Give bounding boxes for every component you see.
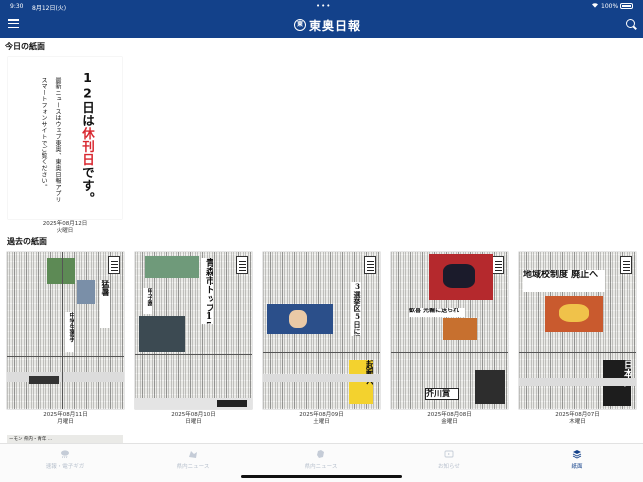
past-paper-date: 2025年08月09日 <box>299 412 344 418</box>
paper-headline: 3選挙区5日に選挙 <box>351 282 361 336</box>
info-icon <box>444 450 454 458</box>
past-paper-thumbnail[interactable]: 3選挙区5日に選挙 起動へ <box>263 252 380 409</box>
tab-label: 県内ニュース <box>304 464 338 470</box>
past-paper-thumbnail[interactable]: 青森市トップ15億円 甲子園 <box>135 252 252 409</box>
today-weekday: 火曜日 <box>56 228 74 234</box>
past-paper-date-label: 2025年08月08日 金曜日 <box>391 412 508 426</box>
past-paper-weekday: 月曜日 <box>57 419 74 425</box>
paper-headline: 歓喜 光輪に送られ <box>409 308 465 317</box>
paper-headline: 地域校制度 廃止へ <box>523 270 605 292</box>
status-time: 9:30 <box>10 3 24 10</box>
rain-cloud-icon <box>61 450 69 459</box>
app-header: 東 東奥日報 <box>0 12 643 38</box>
status-bar: 9:30 8月12日(火) ••• 100% <box>0 0 643 12</box>
tab-newspaper[interactable]: 紙面 <box>522 447 632 471</box>
today-date-label: 2025年08月12日 火曜日 <box>8 221 122 235</box>
past-section-title: 過去の紙面 <box>7 237 47 246</box>
tab-regional-news[interactable]: 県内ニュース <box>266 447 376 471</box>
paper-photo <box>145 256 199 278</box>
paper-subheadline: 芥川賞 <box>425 388 459 400</box>
notice-red: 休刊日 <box>80 127 95 166</box>
tab-breaking-news[interactable]: 速報・電子ギガ <box>10 447 120 471</box>
paper-photo <box>289 310 307 328</box>
notice-part2: です。 <box>80 166 95 205</box>
battery-icon <box>620 3 633 9</box>
masthead-icon <box>492 256 504 274</box>
paper-subheadline: 起動へ <box>349 360 373 404</box>
paper-headline: 青森市トップ15億円 <box>201 258 213 324</box>
past-paper-date-label: 2025年08月11日 月曜日 <box>7 412 124 426</box>
region-map-icon <box>317 450 324 458</box>
today-section-title: 今日の紙面 <box>5 42 45 51</box>
paper-photo <box>443 264 475 288</box>
today-paper-thumbnail[interactable]: 12日は休刊日です。 最新ニュースはウェブ東奥、東奥日報アプリ スマートフォンサ… <box>8 57 122 219</box>
paper-photo <box>443 318 477 340</box>
ad-block <box>29 376 59 384</box>
hamburger-menu-button[interactable] <box>8 19 19 30</box>
map-icon <box>189 451 197 458</box>
holiday-notice-line2: スマートフォンサイトでご覧ください。 <box>40 77 47 191</box>
holiday-notice-headline: 12日は休刊日です。 <box>78 70 97 205</box>
past-paper-date: 2025年08月08日 <box>427 412 472 418</box>
tab-label: お知らせ <box>438 464 460 470</box>
paper-photo <box>77 280 95 304</box>
paper-subheadline: 甲子園 <box>143 288 152 314</box>
past-paper-date-label: 2025年08月10日 日曜日 <box>135 412 252 426</box>
past-paper-date: 2025年08月07日 <box>555 412 600 418</box>
past-paper-thumbnail[interactable]: 猛暑 中学生選手 <box>7 252 124 409</box>
holiday-notice-line1: 最新ニュースはウェブ東奥、東奥日報アプリ <box>54 77 61 203</box>
past-paper-date: 2025年08月11日 <box>43 412 88 418</box>
tab-label: 県内ニュース <box>176 464 210 470</box>
battery-percent: 100% <box>601 3 619 10</box>
notice-part1: 12日は <box>80 70 95 127</box>
past-paper-date-label: 2025年08月09日 土曜日 <box>263 412 380 426</box>
tab-local-news[interactable]: 県内ニュース <box>138 447 248 471</box>
tab-label: 紙面 <box>571 464 583 470</box>
logo-text: 東奥日報 <box>309 18 362 33</box>
ad-block <box>217 400 247 407</box>
multitask-dots-icon[interactable]: ••• <box>316 2 331 10</box>
logo-mark-icon: 東 <box>294 19 306 31</box>
tab-label: 速報・電子ギガ <box>45 464 85 470</box>
paper-photo <box>47 258 75 284</box>
paper-photo <box>559 304 589 322</box>
tab-notices[interactable]: お知らせ <box>394 447 504 471</box>
past-paper-date-label: 2025年08月07日 木曜日 <box>519 412 636 426</box>
wifi-icon <box>592 3 598 8</box>
past-paper-thumbnail[interactable]: 地域校制度 廃止へ 日本人 <box>519 252 636 409</box>
status-date: 8月12日(火) <box>32 5 67 12</box>
search-button[interactable] <box>626 19 637 30</box>
masthead-icon <box>236 256 248 274</box>
ad-block <box>475 370 505 404</box>
today-date: 2025年08月12日 <box>42 221 88 227</box>
past-paper-date: 2025年08月10日 <box>171 412 216 418</box>
paper-subheadline: 中学生選手 <box>65 312 74 352</box>
masthead-icon <box>620 256 632 274</box>
paper-photo <box>139 316 185 352</box>
past-paper-thumbnail[interactable]: 歓喜 光輪に送られ 芥川賞 <box>391 252 508 409</box>
newspaper-icon <box>572 450 582 459</box>
partial-caption: ーモン 県内・青年 ... <box>9 437 53 442</box>
app-logo: 東 東奥日報 <box>294 17 361 33</box>
past-paper-weekday: 土曜日 <box>313 419 330 425</box>
masthead-icon <box>364 256 376 274</box>
home-indicator[interactable] <box>241 475 402 478</box>
paper-headline: 猛暑 <box>100 280 110 328</box>
past-paper-weekday: 日曜日 <box>185 419 202 425</box>
past-paper-weekday: 金曜日 <box>441 419 458 425</box>
masthead-icon <box>108 256 120 274</box>
past-paper-weekday: 木曜日 <box>569 419 586 425</box>
